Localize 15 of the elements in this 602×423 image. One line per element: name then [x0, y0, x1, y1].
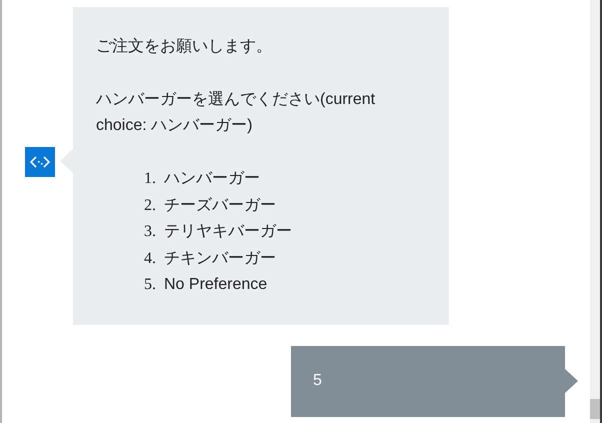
list-number: 1. — [143, 169, 157, 189]
choice-label: テリヤキバーガー — [164, 222, 292, 242]
scrollbar[interactable] — [590, 0, 600, 423]
bot-icon — [25, 147, 55, 177]
choice-label: チキンバーガー — [164, 248, 276, 268]
user-message-text: 5 — [313, 371, 322, 391]
choice-label: ハンバーガー — [164, 169, 260, 189]
greeting-text: ご注文をお願いします。 — [96, 36, 272, 57]
prompt-text: ハンバーガーを選んでください(current choice: ハンバーガー) — [96, 90, 376, 136]
list-number: 5. — [143, 275, 157, 295]
list-number: 4. — [143, 248, 157, 268]
choice-label: チーズバーガー — [164, 196, 276, 216]
list-number: 2. — [143, 196, 157, 216]
list-number: 3. — [143, 222, 157, 242]
choice-label: No Preference — [164, 275, 268, 295]
